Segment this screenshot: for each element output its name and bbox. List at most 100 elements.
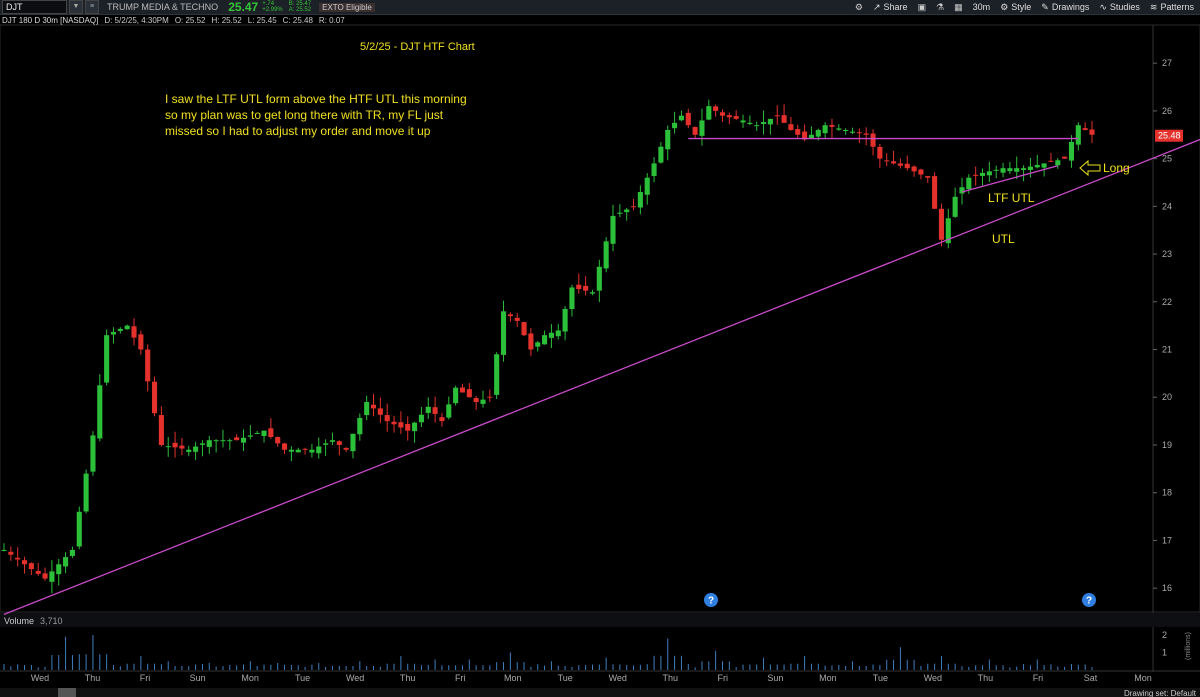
candle-body xyxy=(535,342,541,347)
candle-body xyxy=(596,266,602,291)
price-tick-label: 18 xyxy=(1162,488,1172,498)
candle-body xyxy=(815,129,821,137)
candle-body xyxy=(439,417,445,422)
candle-body xyxy=(309,449,315,453)
candle-body xyxy=(247,435,253,437)
candle-body xyxy=(384,415,390,422)
candle-body xyxy=(651,163,657,176)
time-tick-label: Fri xyxy=(455,673,466,683)
candle-body xyxy=(1062,156,1068,159)
candle-body xyxy=(35,570,41,574)
candle-body xyxy=(726,115,732,118)
volume-unit-label: (millions) xyxy=(1185,632,1192,660)
candle-body xyxy=(240,437,247,443)
candle-body xyxy=(829,124,835,127)
candle-body xyxy=(1014,168,1020,172)
ltf-utl-label: LTF UTL xyxy=(988,191,1035,205)
candle-body xyxy=(542,335,548,345)
candle-body xyxy=(83,473,89,512)
candle-body xyxy=(357,417,363,435)
time-tick-label: Tue xyxy=(295,673,310,683)
candle-body xyxy=(918,169,924,175)
time-tick-label: Thu xyxy=(978,673,994,683)
candle-body xyxy=(295,449,301,453)
candle-body xyxy=(28,563,34,570)
candle-body xyxy=(644,177,650,195)
candle-body xyxy=(500,311,507,355)
time-tick-label: Thu xyxy=(85,673,101,683)
time-tick-label: Sun xyxy=(767,673,783,683)
price-tick-label: 22 xyxy=(1162,297,1172,307)
candle-body xyxy=(76,511,82,547)
chart-title: 5/2/25 - DJT HTF Chart xyxy=(360,41,475,53)
price-tick-label: 21 xyxy=(1162,345,1172,355)
left-arrow-icon xyxy=(1079,159,1101,177)
volume-header-strip xyxy=(0,613,1200,627)
candle-body xyxy=(412,422,418,432)
time-tick-label: Mon xyxy=(1134,673,1152,683)
price-chart[interactable]: 16171819202122232425262725.48 Volume 3,71… xyxy=(0,0,1200,697)
candle-body xyxy=(213,440,219,442)
candle-body xyxy=(911,166,917,172)
candle-body xyxy=(822,125,828,134)
candle-body xyxy=(624,209,630,213)
candle-body xyxy=(637,192,643,208)
candle-body xyxy=(63,557,69,567)
event-marker-glyph: ? xyxy=(708,596,714,607)
price-tick-label: 16 xyxy=(1162,583,1172,593)
candle-body xyxy=(405,423,411,431)
candle-body xyxy=(760,122,767,124)
time-tick-label: Wed xyxy=(31,673,49,683)
candle-body xyxy=(877,146,883,159)
price-tick-label: 26 xyxy=(1162,106,1172,116)
candle-body xyxy=(863,133,869,135)
candle-body xyxy=(124,325,130,330)
time-tick-label: Thu xyxy=(663,673,679,683)
time-tick-label: Sat xyxy=(1084,673,1098,683)
candle-body xyxy=(158,415,164,445)
last-price-label: 25.48 xyxy=(1158,131,1181,141)
candle-body xyxy=(938,208,945,240)
candle-body xyxy=(220,440,226,442)
time-tick-label: Mon xyxy=(504,673,522,683)
candle-body xyxy=(302,448,308,450)
candle-body xyxy=(925,176,931,178)
price-tick-label: 25 xyxy=(1162,154,1172,164)
candle-body xyxy=(1,549,7,551)
candle-body xyxy=(1007,168,1013,172)
candle-body xyxy=(21,560,28,565)
candle-body xyxy=(1055,160,1061,166)
candle-body xyxy=(788,124,794,130)
candle-body xyxy=(261,430,267,437)
candle-body xyxy=(398,422,404,428)
candle-body xyxy=(480,399,486,404)
candle-body xyxy=(617,212,623,214)
time-tick-label: Wed xyxy=(609,673,627,683)
candle-body xyxy=(234,437,240,441)
annotations: ? ? 5/2/25 - DJT HTF Chart I saw the LTF UT… xyxy=(165,41,1130,607)
time-tick-label: Fri xyxy=(1033,673,1044,683)
candle-body xyxy=(370,404,377,409)
candle-body xyxy=(227,440,233,442)
candle-body xyxy=(973,174,979,176)
time-tick-label: Fri xyxy=(718,673,729,683)
candle-body xyxy=(836,128,842,130)
candle-body xyxy=(610,215,616,244)
candle-body xyxy=(459,387,466,393)
candle-body xyxy=(425,406,431,413)
candle-body xyxy=(665,129,671,150)
candle-body xyxy=(692,127,698,135)
volume-tick-label: 2 xyxy=(1162,630,1167,640)
candle-body xyxy=(808,134,814,139)
candle-body xyxy=(713,106,719,111)
candle-body xyxy=(1082,128,1088,130)
candle-body xyxy=(754,125,760,127)
price-tick-label: 24 xyxy=(1162,201,1172,211)
candle-body xyxy=(959,187,965,194)
htf-uptrend-line xyxy=(3,138,1200,615)
candle-body xyxy=(199,443,205,445)
candle-body xyxy=(206,440,212,447)
candle-body xyxy=(172,442,178,448)
candle-body xyxy=(603,241,609,269)
candle-body xyxy=(487,396,493,398)
